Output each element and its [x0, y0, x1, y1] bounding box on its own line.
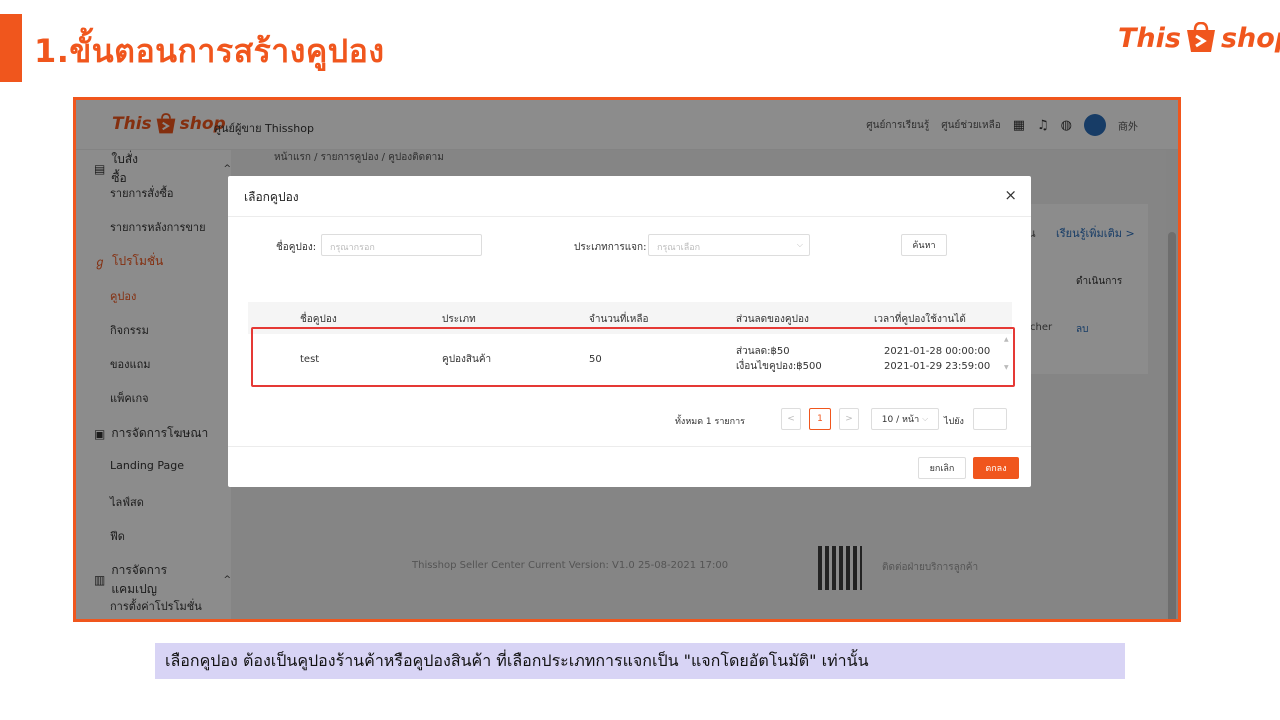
confirm-button[interactable]: ตกลง — [973, 457, 1019, 479]
pagination-next-button[interactable]: > — [839, 408, 859, 430]
cancel-button[interactable]: ยกเลิก — [918, 457, 966, 479]
col-valid-time: เวลาที่คูปองใช้งานได้ — [874, 314, 966, 325]
chevron-down-icon: ⌵ — [922, 414, 929, 423]
dialog-footer-divider — [228, 446, 1031, 447]
select-coupon-dialog: เลือกคูปอง × ชื่อคูปอง: กรุณากรอก ประเภท… — [228, 176, 1031, 487]
col-remaining: จำนวนที่เหลือ — [589, 314, 649, 325]
coupon-name-label: ชื่อคูปอง: — [276, 242, 317, 253]
page-size-select[interactable]: 10 / หน้า ⌵ — [871, 408, 939, 430]
slide-title: 1.ขั้นตอนการสร้างคูปอง — [34, 32, 385, 70]
distribution-type-label: ประเภทการแจก: — [574, 242, 647, 253]
distribution-type-select[interactable]: กรุณาเลือก ⌵ — [648, 234, 810, 256]
shopping-bag-icon — [1183, 22, 1219, 54]
dialog-title: เลือกคูปอง — [244, 190, 299, 204]
title-accent-bar — [0, 14, 22, 82]
logo-text-shop: shop — [1220, 22, 1280, 54]
search-button[interactable]: ค้นหา — [901, 234, 947, 256]
goto-page-input[interactable] — [973, 408, 1007, 430]
slide-caption: เลือกคูปอง ต้องเป็นคูปองร้านค้าหรือคูปอง… — [155, 643, 1125, 679]
seller-center-screenshot: This shop ศูนย์ผู้ขาย Thisshop ศูนย์การเ… — [73, 97, 1181, 622]
pagination-page-1[interactable]: 1 — [809, 408, 831, 430]
highlight-outline — [251, 327, 1015, 387]
slide: 1.ขั้นตอนการสร้างคูปอง This shop This sh… — [0, 0, 1280, 720]
coupon-name-input[interactable]: กรุณากรอก — [321, 234, 482, 256]
close-icon[interactable]: × — [1004, 186, 1017, 204]
dialog-divider — [228, 216, 1031, 217]
thisshop-logo: This shop — [1118, 22, 1280, 54]
pagination-total: ทั้งหมด 1 รายการ — [675, 417, 745, 427]
logo-text-this: This — [1118, 22, 1181, 54]
col-coupon-name: ชื่อคูปอง — [300, 314, 337, 325]
col-discount: ส่วนลดของคูปอง — [736, 314, 809, 325]
goto-label: ไปยัง — [944, 417, 964, 427]
chevron-down-icon: ⌵ — [796, 240, 803, 249]
col-type: ประเภท — [442, 314, 476, 325]
pagination-prev-button[interactable]: < — [781, 408, 801, 430]
